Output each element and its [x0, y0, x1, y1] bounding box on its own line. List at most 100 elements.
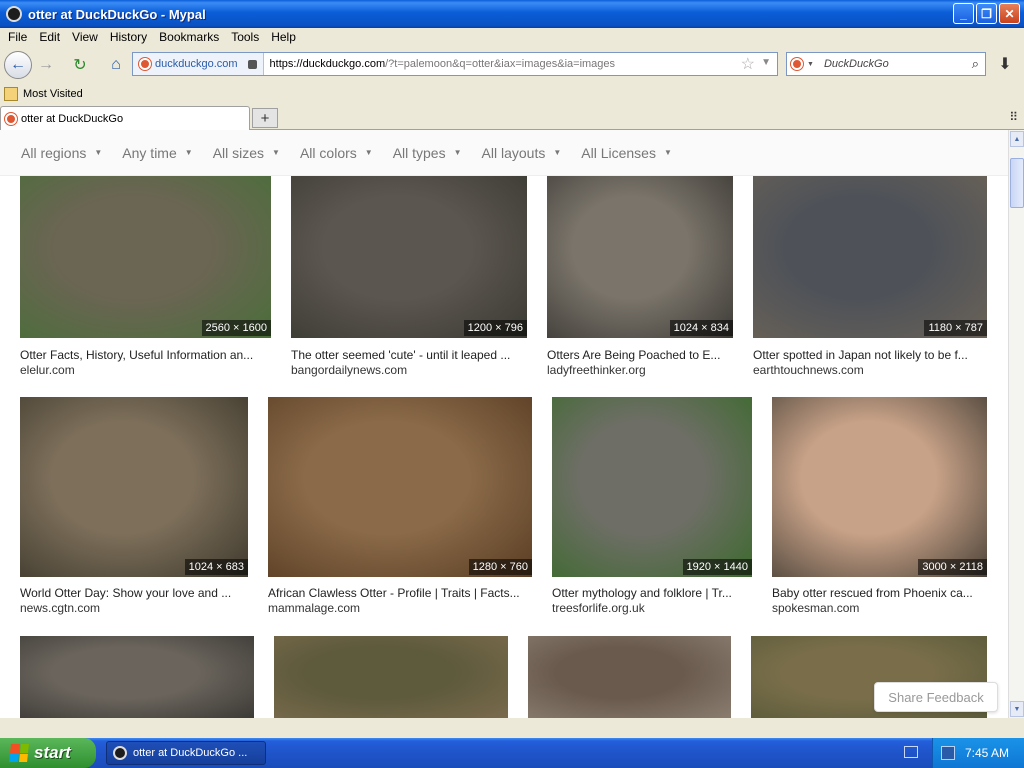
result-thumbnail[interactable] — [528, 636, 731, 718]
result-caption[interactable]: Otter mythology and folklore | Tr... — [552, 586, 752, 600]
new-tab-button[interactable]: + — [252, 108, 278, 128]
duckduckgo-icon — [139, 58, 151, 70]
result-thumbnail[interactable] — [547, 174, 733, 338]
image-result[interactable] — [528, 636, 731, 718]
image-result[interactable]: 3000 × 2118 Baby otter rescued from Phoe… — [772, 397, 987, 622]
start-button[interactable]: start — [0, 738, 96, 768]
close-button[interactable]: ✕ — [999, 3, 1020, 24]
image-dimensions: 1180 × 787 — [924, 320, 987, 336]
tab-strip: otter at DuckDuckGo + ⠿ — [0, 104, 1024, 130]
bookmark-most-visited[interactable]: Most Visited — [23, 88, 83, 100]
address-bar[interactable]: duckduckgo.com https://duckduckgo.com/?t… — [132, 52, 778, 76]
minimize-button[interactable]: _ — [953, 3, 974, 24]
result-caption[interactable]: Otter spotted in Japan not likely to be … — [753, 348, 987, 362]
filter-layouts[interactable]: All layouts ▼ — [482, 145, 562, 161]
url-path: /?t=palemoon&q=otter&iax=images&ia=image… — [385, 58, 616, 70]
result-source[interactable]: ladyfreethinker.org — [547, 363, 646, 377]
result-thumbnail[interactable] — [291, 174, 527, 338]
menu-tools[interactable]: Tools — [225, 28, 265, 46]
scrollbar-thumb[interactable] — [1010, 158, 1024, 208]
result-thumbnail[interactable] — [772, 397, 987, 577]
home-button[interactable]: ⌂ — [102, 51, 130, 79]
result-source[interactable]: mammalage.com — [268, 601, 360, 615]
filter-time[interactable]: Any time ▼ — [122, 145, 192, 161]
lock-icon — [247, 59, 257, 69]
url-dropdown-icon[interactable]: ▼ — [761, 57, 771, 68]
result-thumbnail[interactable] — [268, 397, 532, 577]
result-caption[interactable]: Otter Facts, History, Useful Information… — [20, 348, 271, 362]
downloads-button[interactable]: ⬇ — [992, 52, 1018, 76]
share-feedback-button[interactable]: Share Feedback — [874, 682, 998, 712]
menu-edit[interactable]: Edit — [33, 28, 66, 46]
browser-app-icon — [6, 6, 22, 22]
filter-colors[interactable]: All colors ▼ — [300, 145, 373, 161]
image-result[interactable]: 1180 × 787 Otter spotted in Japan not li… — [753, 174, 987, 384]
menu-view[interactable]: View — [66, 28, 104, 46]
image-result[interactable] — [20, 636, 254, 718]
image-result[interactable]: 1280 × 760 African Clawless Otter - Prof… — [268, 397, 532, 622]
forward-button[interactable]: → — [32, 51, 60, 79]
home-icon: ⌂ — [111, 56, 121, 73]
network-icon[interactable] — [941, 746, 955, 760]
result-caption[interactable]: Baby otter rescued from Phoenix ca... — [772, 586, 987, 600]
result-thumbnail[interactable] — [20, 174, 271, 338]
result-source[interactable]: treesforlife.org.uk — [552, 601, 645, 615]
result-thumbnail[interactable] — [274, 636, 508, 718]
image-result[interactable]: 1024 × 834 Otters Are Being Poached to E… — [547, 174, 733, 384]
result-source[interactable]: spokesman.com — [772, 601, 859, 615]
caret-down-icon: ▼ — [663, 148, 672, 157]
image-result[interactable] — [274, 636, 508, 718]
image-dimensions: 1024 × 834 — [669, 320, 733, 336]
bookmark-star-icon[interactable]: ☆ — [741, 54, 755, 74]
reload-button[interactable]: ↻ — [66, 51, 94, 79]
result-caption[interactable]: Otters Are Being Poached to E... — [547, 348, 733, 362]
search-engine-icon[interactable] — [791, 58, 803, 70]
filter-licenses[interactable]: All Licenses ▼ — [581, 145, 672, 161]
search-placeholder: DuckDuckGo — [823, 58, 889, 70]
result-source[interactable]: news.cgtn.com — [20, 601, 100, 615]
result-source[interactable]: bangordailynews.com — [291, 363, 407, 377]
taskbar-item-label: otter at DuckDuckGo ... — [133, 747, 248, 759]
maximize-button[interactable]: ❐ — [976, 3, 997, 24]
back-button[interactable]: ← — [4, 51, 32, 79]
result-thumbnail[interactable] — [552, 397, 752, 577]
site-identity-button[interactable]: duckduckgo.com — [133, 53, 264, 75]
menu-help[interactable]: Help — [265, 28, 302, 46]
tab-list-button[interactable]: ⠿ — [1009, 110, 1018, 124]
url-text[interactable]: https://duckduckgo.com/?t=palemoon&q=ott… — [264, 58, 615, 70]
browser-app-icon — [113, 746, 127, 760]
result-caption[interactable]: The otter seemed 'cute' - until it leape… — [291, 348, 527, 362]
menu-file[interactable]: File — [2, 28, 33, 46]
scroll-down-button[interactable]: ▼ — [1010, 701, 1024, 717]
tab-otter[interactable]: otter at DuckDuckGo — [0, 106, 250, 130]
search-box[interactable]: ▼ DuckDuckGo ⌕ — [786, 52, 986, 76]
filter-types[interactable]: All types ▼ — [393, 145, 462, 161]
taskbar-item-browser[interactable]: otter at DuckDuckGo ... — [106, 741, 266, 765]
keyboard-icon[interactable] — [904, 746, 918, 758]
result-source[interactable]: elelur.com — [20, 363, 75, 377]
scroll-up-button[interactable]: ▲ — [1010, 131, 1024, 147]
image-dimensions: 3000 × 2118 — [918, 559, 987, 575]
folder-icon — [4, 87, 18, 101]
back-arrow-icon: ← — [10, 56, 26, 73]
image-result[interactable]: 2560 × 1600 Otter Facts, History, Useful… — [20, 174, 271, 384]
result-thumbnail[interactable] — [20, 397, 248, 577]
menu-history[interactable]: History — [104, 28, 153, 46]
search-icon[interactable]: ⌕ — [972, 56, 979, 72]
search-engine-dropdown-icon[interactable]: ▼ — [807, 61, 814, 68]
result-caption[interactable]: World Otter Day: Show your love and ... — [20, 586, 248, 600]
filter-sizes[interactable]: All sizes ▼ — [213, 145, 280, 161]
result-caption[interactable]: African Clawless Otter - Profile | Trait… — [268, 586, 532, 600]
tab-title: otter at DuckDuckGo — [21, 112, 124, 125]
image-result[interactable]: 1920 × 1440 Otter mythology and folklore… — [552, 397, 752, 622]
filter-regions[interactable]: All regions ▼ — [21, 145, 102, 161]
clock[interactable]: 7:45 AM — [965, 746, 1009, 760]
image-result[interactable]: 1024 × 683 World Otter Day: Show your lo… — [20, 397, 248, 622]
menu-bookmarks[interactable]: Bookmarks — [153, 28, 225, 46]
result-thumbnail[interactable] — [753, 174, 987, 338]
result-thumbnail[interactable] — [20, 636, 254, 718]
filter-label: All sizes — [212, 144, 265, 161]
vertical-scrollbar[interactable]: ▲ ▼ — [1008, 130, 1024, 718]
result-source[interactable]: earthtouchnews.com — [753, 363, 864, 377]
image-result[interactable]: 1200 × 796 The otter seemed 'cute' - unt… — [291, 174, 527, 384]
